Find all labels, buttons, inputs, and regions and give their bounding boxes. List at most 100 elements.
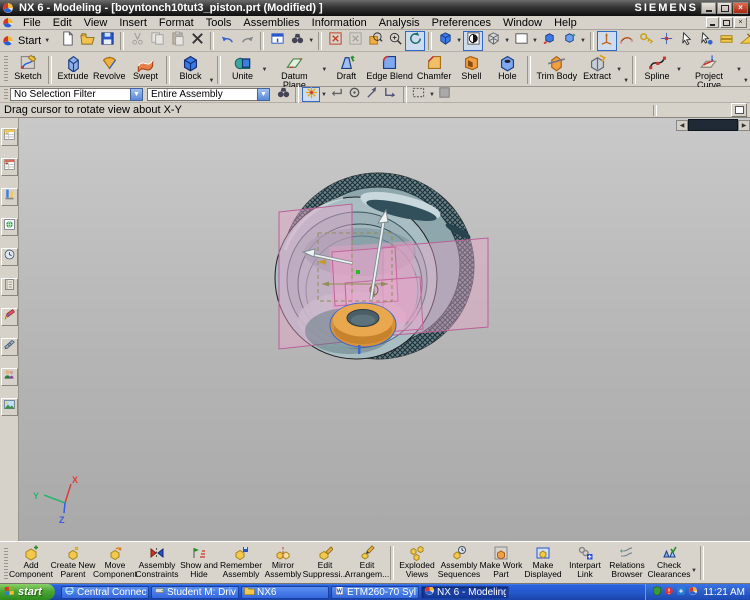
chevron-down-icon[interactable]: ▼ — [321, 67, 327, 73]
toolbar-grip[interactable] — [4, 56, 8, 82]
taskbar-task-student-m-d[interactable]: Student M: Drive (Co... — [151, 586, 239, 599]
create-new-parent-button[interactable]: Create NewParent — [52, 544, 94, 582]
menu-view[interactable]: View — [78, 17, 114, 29]
orient-view-cube-button[interactable] — [539, 31, 559, 51]
make-displayed-button[interactable]: MakeDisplayed — [522, 544, 564, 582]
landscape-button[interactable] — [1, 398, 18, 416]
menu-analysis[interactable]: Analysis — [373, 17, 426, 29]
toolbar-overflow-icon[interactable]: ▼ — [743, 78, 749, 84]
chevron-down-icon[interactable]: ▼ — [676, 67, 682, 73]
redo-arrow-button[interactable] — [237, 31, 257, 51]
selection-filter-combo[interactable]: No Selection Filter ▼ — [10, 88, 143, 101]
zoom-area-button[interactable] — [365, 31, 385, 51]
trim-body-button[interactable]: Trim Body — [534, 53, 579, 86]
toolbar-grip[interactable] — [4, 89, 8, 101]
return-arrow-button[interactable] — [328, 87, 346, 102]
arrow-ne-button[interactable] — [364, 87, 382, 102]
clock-button[interactable] — [1, 248, 18, 266]
people-button[interactable] — [1, 368, 18, 386]
assembly-sequences-button[interactable]: AssemblySequences — [438, 544, 480, 582]
relations-browser-button[interactable]: RelationsBrowser — [606, 544, 648, 582]
taskbar-task-nx-6-model[interactable]: NX 6 - Modeling - [bo... — [421, 586, 509, 599]
toolbar-overflow-icon[interactable]: ▼ — [209, 78, 215, 84]
revolve-button[interactable]: Revolve — [91, 53, 128, 86]
show-and-hide-button[interactable]: Show andHide — [178, 544, 220, 582]
snapshot-cube-button[interactable] — [559, 31, 579, 51]
open-folder-button[interactable] — [77, 31, 97, 51]
chevron-down-icon[interactable]: ▼ — [691, 568, 697, 574]
angle-ruler-button[interactable] — [737, 31, 750, 51]
menu-file[interactable]: File — [17, 17, 47, 29]
shaded-cube-button[interactable] — [435, 31, 455, 51]
grid-yellow-button[interactable] — [1, 128, 18, 146]
menu-format[interactable]: Format — [153, 17, 200, 29]
menu-insert[interactable]: Insert — [113, 17, 153, 29]
interpart-link-button[interactable]: InterpartLink — [564, 544, 606, 582]
zoom-in-out-button[interactable] — [385, 31, 405, 51]
shield-green-icon[interactable] — [652, 583, 662, 600]
hatch-knife-button[interactable] — [1, 338, 18, 356]
assembly-constraints-button[interactable]: AssemblyConstraints — [136, 544, 178, 582]
scrollbar-thumb[interactable] — [688, 119, 738, 131]
binder-button[interactable] — [1, 278, 18, 296]
edge-blend-button[interactable]: Edge Blend — [364, 53, 415, 86]
chevron-down-icon[interactable]: ▼ — [616, 67, 622, 73]
chevron-down-icon[interactable]: ▼ — [532, 38, 538, 44]
chevron-down-icon[interactable]: ▼ — [257, 88, 270, 101]
app-blue-icon[interactable] — [676, 583, 686, 600]
copy-pages-button[interactable] — [147, 31, 167, 51]
chevron-down-icon[interactable]: ▼ — [736, 67, 742, 73]
taskbar-task-central-conn[interactable]: Central Connecticut S... — [61, 586, 149, 599]
toolbar-grip[interactable] — [4, 548, 8, 579]
taskbar-task-nx6[interactable]: NX6 — [241, 586, 329, 599]
menu-edit[interactable]: Edit — [47, 17, 78, 29]
info-window-button[interactable] — [267, 31, 287, 51]
circle-point-button[interactable] — [346, 87, 364, 102]
chevron-down-icon[interactable]: ▼ — [504, 38, 510, 44]
sketch-section-button[interactable] — [617, 31, 637, 51]
arrow-corner-button[interactable] — [382, 87, 400, 102]
clip-section-button[interactable] — [731, 103, 747, 117]
save-floppy-button[interactable] — [97, 31, 117, 51]
snap-cursor-button[interactable] — [697, 31, 717, 51]
menu-assemblies[interactable]: Assemblies — [237, 17, 305, 29]
start-menu-button[interactable]: Start ▼ — [14, 34, 55, 48]
dashed-rectangle-button[interactable] — [410, 87, 428, 102]
delete-cross-button[interactable] — [187, 31, 207, 51]
spline-button[interactable]: Spline — [639, 53, 675, 86]
ruler-bars-button[interactable] — [717, 31, 737, 51]
snap-point-star-button[interactable] — [302, 87, 320, 102]
make-work-part-button[interactable]: Make WorkPart — [480, 544, 522, 582]
graphics-scrollbar[interactable]: ◀ ▶ — [676, 119, 750, 131]
empty-view-box-button[interactable] — [511, 31, 531, 51]
draft-button[interactable]: Draft — [328, 53, 364, 86]
assembly-cube-button[interactable] — [436, 87, 454, 102]
extrude-button[interactable]: Extrude — [55, 53, 91, 86]
extract-button[interactable]: Extract — [579, 53, 615, 86]
minimize-button[interactable] — [701, 2, 716, 14]
taskbar-task-etm260-70-sy[interactable]: ETM260-70 Syllabus -... — [331, 586, 419, 599]
cut-scissors-button[interactable] — [127, 31, 147, 51]
chevron-down-icon[interactable]: ▼ — [429, 92, 435, 98]
graphics-window[interactable]: X Y Z ◀ ▶ — [19, 118, 750, 541]
menu-preferences[interactable]: Preferences — [426, 17, 497, 29]
move-component-button[interactable]: MoveComponent — [94, 544, 136, 582]
block-button[interactable]: Block — [173, 53, 209, 86]
edit-suppressi-button[interactable]: EditSuppressi... — [304, 544, 346, 582]
child-close-button[interactable]: × — [734, 17, 747, 28]
add-component-button[interactable]: AddComponent — [10, 544, 52, 582]
chevron-down-icon[interactable]: ▼ — [261, 67, 267, 73]
new-document-button[interactable] — [57, 31, 77, 51]
chevron-down-icon[interactable]: ▼ — [130, 88, 143, 101]
menu-window[interactable]: Window — [497, 17, 548, 29]
csys-triad-button[interactable] — [597, 31, 617, 51]
menu-tools[interactable]: Tools — [200, 17, 238, 29]
check-clearances-button[interactable]: CheckClearances — [648, 544, 690, 582]
select-cursor-button[interactable] — [677, 31, 697, 51]
child-restore-button[interactable] — [720, 17, 733, 28]
unite-button[interactable]: Unite — [224, 53, 260, 86]
sketch-button[interactable]: Sketch — [10, 53, 46, 86]
close-button[interactable]: × — [733, 2, 748, 14]
swept-button[interactable]: Swept — [128, 53, 164, 86]
wireframe-cube-button[interactable] — [483, 31, 503, 51]
